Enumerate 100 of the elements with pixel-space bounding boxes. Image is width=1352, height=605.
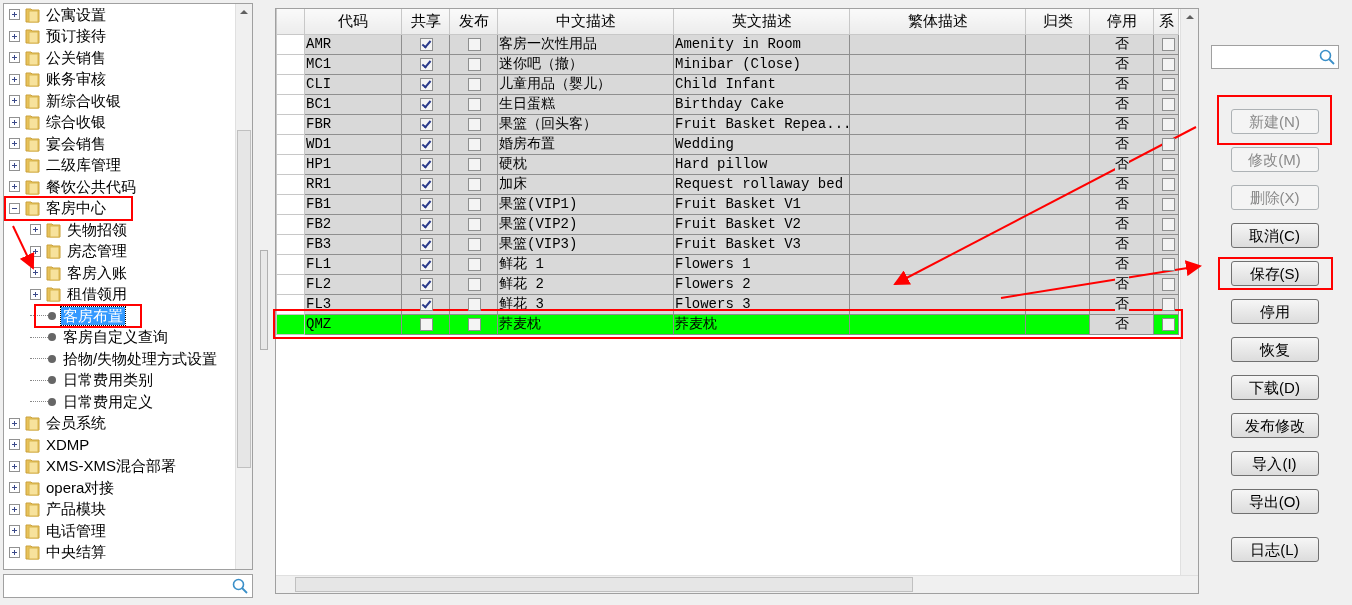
- checkbox[interactable]: [419, 237, 433, 251]
- column-header[interactable]: 繁体描述: [849, 9, 1026, 34]
- expand-toggle[interactable]: [9, 439, 20, 451]
- column-header[interactable]: 代码: [304, 9, 402, 34]
- expand-toggle[interactable]: [9, 503, 20, 515]
- tree-item[interactable]: 宴会销售: [44, 134, 108, 153]
- expand-toggle[interactable]: [9, 52, 20, 64]
- checkbox[interactable]: [419, 77, 433, 91]
- toolbar-button[interactable]: 停用: [1230, 299, 1319, 324]
- checkbox[interactable]: [1162, 297, 1175, 311]
- tree-item[interactable]: XDMP: [44, 435, 92, 454]
- row-header[interactable]: [276, 234, 305, 254]
- expand-toggle[interactable]: [9, 460, 20, 472]
- search-icon[interactable]: [1318, 49, 1335, 65]
- toolbar-button[interactable]: 下载(D): [1230, 375, 1319, 400]
- expand-toggle[interactable]: [9, 482, 20, 494]
- row-header[interactable]: [276, 74, 305, 94]
- expand-toggle[interactable]: [9, 546, 20, 558]
- column-header[interactable]: 共享: [401, 9, 450, 34]
- tree-item[interactable]: 拾物/失物处理方式设置: [61, 349, 220, 368]
- checkbox[interactable]: [1162, 177, 1175, 191]
- checkbox[interactable]: [1162, 77, 1175, 91]
- tree-item[interactable]: 新综合收银: [44, 91, 123, 110]
- checkbox[interactable]: [467, 177, 481, 191]
- expand-toggle[interactable]: [9, 30, 20, 42]
- column-header[interactable]: 停用: [1089, 9, 1154, 34]
- checkbox[interactable]: [419, 137, 433, 151]
- checkbox[interactable]: [1162, 57, 1175, 71]
- search-field[interactable]: [1210, 45, 1339, 69]
- checkbox[interactable]: [419, 217, 433, 231]
- checkbox[interactable]: [1162, 217, 1175, 231]
- row-header[interactable]: [276, 254, 305, 274]
- tree-item[interactable]: 房态管理: [65, 242, 129, 261]
- checkbox[interactable]: [1162, 237, 1175, 251]
- checkbox[interactable]: [1162, 117, 1175, 131]
- expand-toggle[interactable]: [30, 267, 41, 279]
- tree-item[interactable]: 日常费用定义: [61, 392, 155, 411]
- checkbox[interactable]: [467, 217, 481, 231]
- row-header[interactable]: [276, 94, 305, 114]
- checkbox[interactable]: [467, 237, 481, 251]
- tree-item[interactable]: 产品模块: [44, 500, 108, 519]
- checkbox[interactable]: [467, 277, 481, 291]
- checkbox[interactable]: [419, 57, 433, 71]
- expand-toggle[interactable]: [30, 288, 41, 300]
- tree-item[interactable]: 餐饮公共代码: [44, 177, 138, 196]
- expand-toggle[interactable]: [9, 159, 20, 171]
- expand-toggle[interactable]: [9, 9, 20, 21]
- checkbox[interactable]: [419, 177, 433, 191]
- row-header[interactable]: [276, 214, 305, 234]
- checkbox[interactable]: [1162, 137, 1175, 151]
- tree-item[interactable]: 日常费用类别: [61, 371, 155, 390]
- scrollbar[interactable]: [235, 4, 252, 569]
- expand-toggle[interactable]: [30, 245, 41, 257]
- column-header[interactable]: 系: [1153, 9, 1179, 34]
- column-header[interactable]: 中文描述: [497, 9, 674, 34]
- row-header[interactable]: [276, 114, 305, 134]
- tree-item[interactable]: 电话管理: [44, 521, 108, 540]
- checkbox[interactable]: [467, 197, 481, 211]
- checkbox[interactable]: [1162, 317, 1175, 331]
- checkbox[interactable]: [419, 297, 433, 311]
- checkbox[interactable]: [419, 117, 433, 131]
- tree-item[interactable]: 失物招领: [65, 220, 129, 239]
- tree-item[interactable]: 公关销售: [44, 48, 108, 67]
- toolbar-button[interactable]: 恢复: [1230, 337, 1319, 362]
- checkbox[interactable]: [467, 77, 481, 91]
- expand-toggle[interactable]: [30, 224, 41, 236]
- checkbox[interactable]: [467, 257, 481, 271]
- toolbar-button[interactable]: 取消(C): [1230, 223, 1319, 248]
- row-header[interactable]: [276, 154, 305, 174]
- tree-item[interactable]: 账务审核: [44, 70, 108, 89]
- checkbox[interactable]: [467, 297, 481, 311]
- column-header[interactable]: 发布: [449, 9, 498, 34]
- row-header[interactable]: [276, 134, 305, 154]
- tree-item[interactable]: 中央结算: [44, 543, 108, 562]
- collapse-toggle[interactable]: [9, 202, 20, 214]
- checkbox[interactable]: [1162, 97, 1175, 111]
- tree-item[interactable]: opera对接: [44, 478, 117, 497]
- row-header[interactable]: [276, 274, 305, 294]
- checkbox[interactable]: [467, 97, 481, 111]
- checkbox[interactable]: [467, 57, 481, 71]
- splitter-handle[interactable]: [260, 250, 268, 350]
- tree-item[interactable]: XMS-XMS混合部署: [44, 457, 178, 476]
- column-header[interactable]: 英文描述: [673, 9, 850, 34]
- checkbox[interactable]: [1162, 257, 1175, 271]
- tree-item[interactable]: 客房自定义查询: [61, 328, 170, 347]
- checkbox[interactable]: [467, 37, 481, 51]
- tree-item[interactable]: 综合收银: [44, 113, 108, 132]
- checkbox[interactable]: [419, 257, 433, 271]
- checkbox[interactable]: [419, 197, 433, 211]
- expand-toggle[interactable]: [9, 181, 20, 193]
- checkbox[interactable]: [1162, 37, 1175, 51]
- tree-item[interactable]: 二级库管理: [44, 156, 123, 175]
- toolbar-button[interactable]: 导出(O): [1230, 489, 1319, 514]
- expand-toggle[interactable]: [9, 116, 20, 128]
- checkbox[interactable]: [419, 37, 433, 51]
- checkbox[interactable]: [467, 137, 481, 151]
- tree-item[interactable]: 租借领用: [65, 285, 129, 304]
- expand-toggle[interactable]: [9, 417, 20, 429]
- scrollbar[interactable]: [276, 575, 1198, 593]
- column-header[interactable]: 归类: [1025, 9, 1090, 34]
